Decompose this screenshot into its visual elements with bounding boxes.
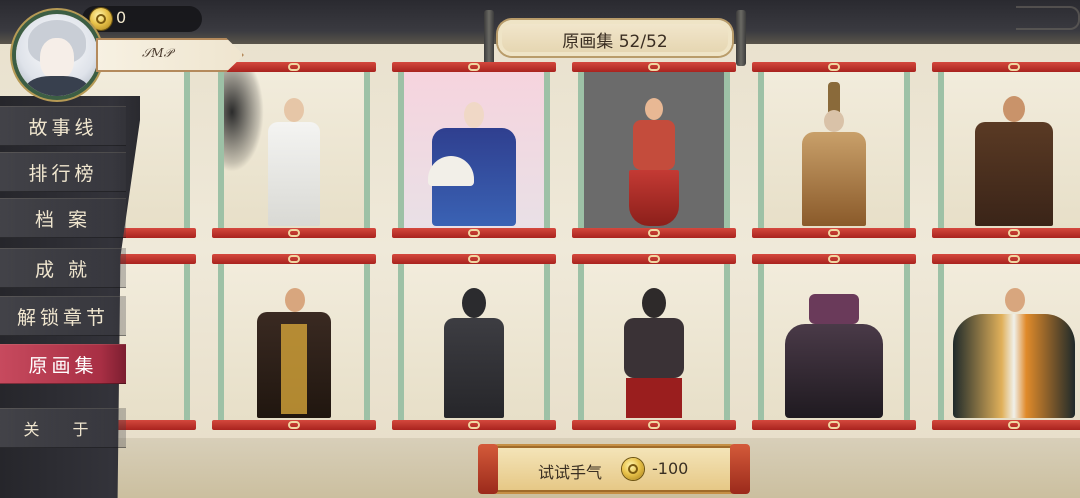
cloud-ornament bbox=[1016, 6, 1080, 30]
page-title: 原画集 52/52 bbox=[562, 32, 668, 52]
gold-coin-icon bbox=[622, 458, 644, 480]
scroll-end-left bbox=[478, 444, 498, 494]
menu-item-story[interactable]: 故事线 bbox=[0, 106, 126, 146]
gallery-card[interactable] bbox=[752, 254, 916, 430]
coin-count: 0 bbox=[116, 8, 127, 27]
player-name-plate: 𝒮𝑀𝒫 bbox=[96, 38, 244, 72]
gold-coin-icon bbox=[90, 8, 112, 30]
menu-label: 原画集 bbox=[28, 354, 98, 377]
gallery-card[interactable] bbox=[932, 254, 1080, 430]
menu-item-archive[interactable]: 档 案 bbox=[0, 198, 126, 238]
menu-label: 解锁章节 bbox=[16, 306, 109, 329]
scroll-rod-right bbox=[736, 10, 746, 66]
gallery-card[interactable] bbox=[752, 62, 916, 238]
menu-label: 排行榜 bbox=[28, 162, 98, 185]
try-luck-cost: -100 bbox=[652, 459, 689, 478]
player-name: 𝒮𝑀𝒫 bbox=[142, 46, 173, 60]
try-luck-button[interactable]: 试试手气 -100 bbox=[478, 444, 750, 494]
gallery-card[interactable] bbox=[932, 62, 1080, 238]
menu-item-art-gallery[interactable]: 原画集 bbox=[0, 344, 126, 384]
gallery-card[interactable] bbox=[392, 62, 556, 238]
gallery-card[interactable] bbox=[572, 62, 736, 238]
menu-label: 故事线 bbox=[28, 116, 98, 139]
try-luck-label: 试试手气 bbox=[538, 463, 603, 482]
menu-label: 档 案 bbox=[34, 208, 92, 231]
gallery-card[interactable] bbox=[212, 254, 376, 430]
scroll-end-right bbox=[730, 444, 750, 494]
menu-label: 关 于 bbox=[23, 420, 103, 439]
menu-item-achievements[interactable]: 成 就 bbox=[0, 248, 126, 288]
gallery-card[interactable] bbox=[212, 62, 376, 238]
menu-label: 成 就 bbox=[34, 258, 92, 281]
menu-item-unlock-chapters[interactable]: 解锁章节 bbox=[0, 296, 126, 336]
gallery-card[interactable] bbox=[572, 254, 736, 430]
gallery-screen: 0 原画集 52/52 故事线 排行榜 档 案 成 就 解锁章节 原画集 关 于… bbox=[0, 0, 1080, 498]
menu-item-about[interactable]: 关 于 bbox=[0, 408, 126, 448]
player-avatar[interactable] bbox=[16, 14, 98, 96]
gallery-card[interactable] bbox=[392, 254, 556, 430]
menu-item-ranking[interactable]: 排行榜 bbox=[0, 152, 126, 192]
scroll-rod-left bbox=[484, 10, 494, 66]
gallery-title-banner: 原画集 52/52 bbox=[498, 20, 732, 56]
